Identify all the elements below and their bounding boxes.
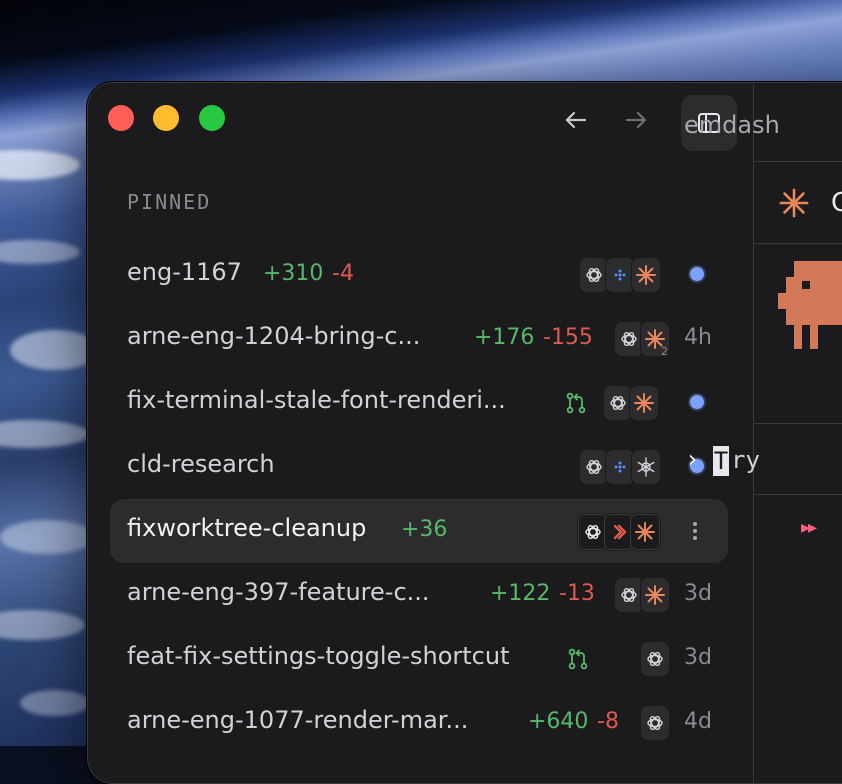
openai-agent-icon: [580, 258, 608, 292]
wallpaper-cloud: [0, 150, 80, 180]
tab-label[interactable]: C: [831, 188, 842, 218]
openai-agent-icon: [641, 706, 669, 740]
wallpaper-cloud: [0, 240, 80, 264]
workspace-row[interactable]: feat-fix-settings-toggle-shortcut 3d: [110, 627, 728, 691]
additions-count: +36: [401, 517, 448, 542]
mode-indicator: ▸▸: [801, 517, 817, 538]
workspace-name: arne-eng-397-feature-c...: [127, 578, 430, 606]
claude-mascot-icon: [778, 261, 842, 349]
section-title-pinned: PINNED: [127, 190, 212, 214]
openai-agent-icon: [641, 642, 669, 676]
claude-agent-icon: [632, 258, 660, 292]
claude-tab-icon: [779, 188, 809, 218]
workspace-name: arne-eng-1204-bring-c...: [127, 322, 421, 350]
agent-count-badge: 2: [661, 345, 668, 358]
additions-count: +176: [474, 325, 535, 350]
deletions-count: -8: [597, 709, 619, 734]
wallpaper-cloud: [0, 610, 85, 640]
prompt-top-divider: [754, 423, 842, 424]
git-pull-request-icon: [568, 648, 588, 670]
perplexity-agent-icon: [632, 450, 660, 484]
zoom-window-button[interactable]: [199, 105, 225, 131]
app-window: PINNED eng-1167 +310 -4 arne-eng-1204-br…: [87, 82, 842, 784]
workspace-row[interactable]: cld-research: [110, 435, 728, 499]
workspace-row[interactable]: arne-eng-397-feature-c... +122 -13 3d: [110, 563, 728, 627]
deletions-count: -13: [559, 581, 595, 606]
pane-header-divider: [754, 161, 842, 162]
pane-divider[interactable]: [753, 83, 754, 783]
workspace-row[interactable]: fix-terminal-stale-font-renderi...: [110, 371, 728, 435]
pane-title: emdash: [684, 111, 780, 139]
workspace-row[interactable]: eng-1167 +310 -4: [110, 243, 728, 307]
text-cursor[interactable]: T: [713, 446, 729, 476]
additions-count: +640: [528, 709, 589, 734]
gemini-agent-icon: [606, 258, 634, 292]
claude-agent-icon: [630, 514, 660, 550]
more-options-icon[interactable]: [688, 517, 708, 545]
additions-count: +122: [490, 581, 551, 606]
wallpaper-cloud: [0, 420, 90, 448]
prompt-bottom-divider: [754, 494, 842, 495]
close-window-button[interactable]: [108, 105, 134, 131]
unread-indicator: [690, 395, 704, 409]
workspace-name: eng-1167: [127, 258, 242, 286]
arrow-left-icon: [565, 111, 587, 129]
wallpaper-cloud: [0, 520, 95, 554]
workspace-name: arne-eng-1077-render-mar...: [127, 706, 469, 734]
claude-agent-icon: [630, 386, 658, 420]
additions-count: +310: [263, 261, 324, 286]
workspace-name: cld-research: [127, 450, 275, 478]
last-activity-time: 4h: [684, 325, 712, 350]
openai-agent-icon: [604, 386, 632, 420]
openai-agent-icon: [580, 450, 608, 484]
deletions-count: -4: [332, 261, 354, 286]
openai-agent-icon: [615, 578, 643, 612]
wallpaper-cloud: [20, 690, 90, 716]
last-activity-time: 3d: [684, 645, 712, 670]
claude-agent-icon: [641, 578, 669, 612]
prompt-input[interactable]: ry: [731, 446, 760, 474]
gemini-agent-icon: [606, 450, 634, 484]
last-activity-time: 4d: [684, 709, 712, 734]
minimize-window-button[interactable]: [153, 105, 179, 131]
sidebar: PINNED eng-1167 +310 -4 arne-eng-1204-br…: [88, 83, 753, 783]
back-button[interactable]: [561, 105, 591, 135]
workspace-name: fixworktree-cleanup: [127, 514, 367, 542]
workspace-row[interactable]: fixworktree-cleanup +36: [110, 499, 728, 563]
git-pull-request-icon: [566, 392, 586, 414]
workspace-name: fix-terminal-stale-font-renderi...: [127, 386, 506, 414]
prompt-chevron: ›: [685, 445, 700, 473]
openai-agent-icon: [615, 322, 643, 356]
workspace-row[interactable]: arne-eng-1204-bring-c... +176 -155 2 4h: [110, 307, 728, 371]
workspace-row[interactable]: arne-eng-1077-render-mar... +640 -8 4d: [110, 691, 728, 755]
last-activity-time: 3d: [684, 581, 712, 606]
workspace-name: feat-fix-settings-toggle-shortcut: [127, 642, 510, 670]
forward-button[interactable]: [621, 105, 651, 135]
arrow-right-icon: [625, 111, 647, 129]
unread-indicator: [690, 267, 704, 281]
tab-divider: [754, 243, 842, 244]
deletions-count: -155: [543, 325, 593, 350]
